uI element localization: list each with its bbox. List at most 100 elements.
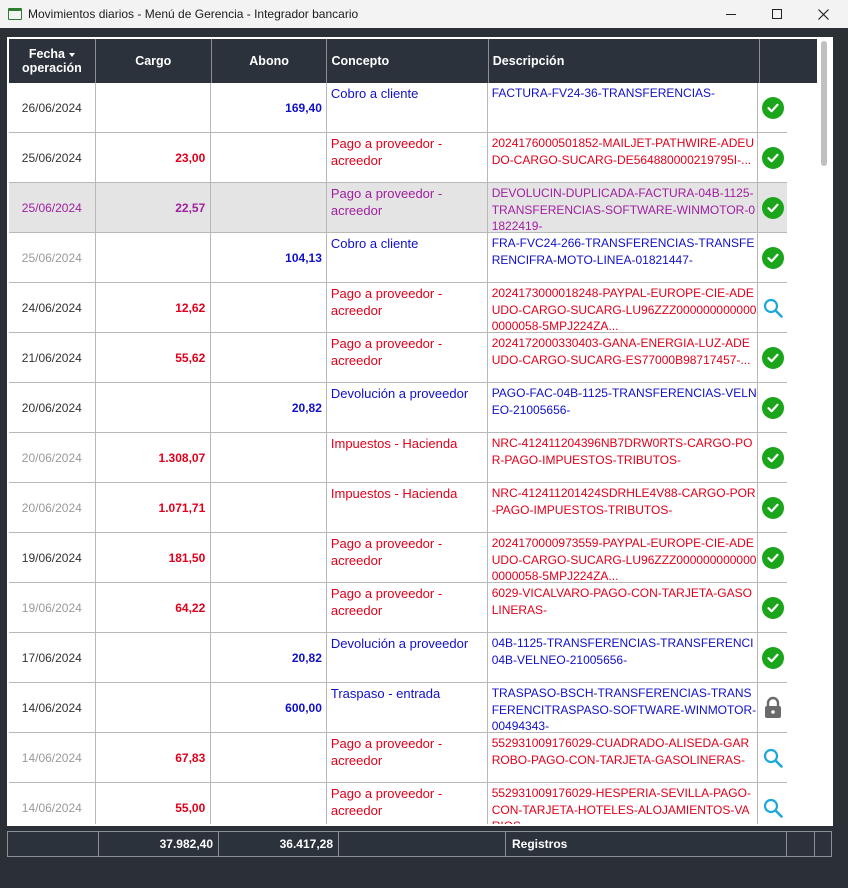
- vertical-scrollbar[interactable]: [819, 39, 829, 824]
- window-app-icon: [8, 8, 22, 20]
- cell-abono: 20,82: [211, 383, 327, 433]
- close-icon: [817, 8, 829, 20]
- table-row[interactable]: 24/06/2024 12,62 Pago a proveedor - acreed…: [9, 283, 787, 333]
- cell-fecha: 25/06/2024: [9, 133, 96, 183]
- table-row[interactable]: 21/06/2024 55,62 Pago a proveedor - acreed…: [9, 333, 787, 383]
- column-header-fecha[interactable]: Fecha operación: [9, 39, 96, 83]
- table-row[interactable]: 20/06/2024 1.071,71 Impuestos - Hacienda NR…: [9, 483, 787, 533]
- title-bar[interactable]: Movimientos diarios - Menú de Gerencia -…: [0, 0, 848, 28]
- table-row[interactable]: 14/06/2024 55,00 Pago a proveedor - acreed…: [9, 783, 787, 824]
- cell-abono: [211, 583, 327, 633]
- cell-cargo: [96, 633, 212, 683]
- cell-descripcion: FRA-FVC24-266-TRANSFERENCIAS-TRANSFERENC…: [488, 233, 759, 283]
- cell-descripcion: PAGO-FAC-04B-1125-TRANSFERENCIAS-VELNEO-…: [488, 383, 759, 433]
- cell-concepto: Pago a proveedor - acreedor: [327, 133, 488, 183]
- cell-cargo: 22,57: [96, 183, 212, 233]
- check-circle-icon[interactable]: [758, 583, 787, 633]
- check-circle-icon[interactable]: [758, 483, 787, 533]
- cell-fecha: 25/06/2024: [9, 183, 96, 233]
- check-circle-icon[interactable]: [758, 533, 787, 583]
- cell-abono: [211, 433, 327, 483]
- check-circle-icon[interactable]: [758, 83, 787, 133]
- cell-fecha: 14/06/2024: [9, 683, 96, 733]
- magnifier-icon[interactable]: [758, 783, 787, 824]
- cell-descripcion: NRC-412411201424SDRHLE4V88-CARGO-POR-PAG…: [488, 483, 759, 533]
- cell-descripcion: NRC-412411204396NB7DRW0RTS-CARGO-POR-PAG…: [488, 433, 759, 483]
- close-button[interactable]: [800, 0, 846, 28]
- cell-descripcion: 2024176000501852-MAILJET-PATHWIRE-ADEUDO…: [488, 133, 759, 183]
- table-row[interactable]: 20/06/2024 1.308,07 Impuestos - Hacienda NR…: [9, 433, 787, 483]
- cell-fecha: 19/06/2024: [9, 533, 96, 583]
- cell-cargo: 64,22: [96, 583, 212, 633]
- cell-fecha: 14/06/2024: [9, 733, 96, 783]
- cell-cargo: [96, 83, 212, 133]
- cell-abono: [211, 133, 327, 183]
- table-row[interactable]: 19/06/2024 64,22 Pago a proveedor - acreed…: [9, 583, 787, 633]
- table-row[interactable]: 19/06/2024 181,50 Pago a proveedor - acree…: [9, 533, 787, 583]
- grid-rows: 26/06/2024 169,40 Cobro a cliente FACTURA-F…: [9, 83, 787, 824]
- check-circle-icon[interactable]: [758, 233, 787, 283]
- cell-abono: 20,82: [211, 633, 327, 683]
- cell-concepto: Cobro a cliente: [327, 233, 488, 283]
- column-header-descripcion[interactable]: Descripción: [489, 39, 761, 83]
- check-circle-icon[interactable]: [758, 333, 787, 383]
- table-row[interactable]: 14/06/2024 600,00 Traspaso - entrada TRASPA…: [9, 683, 787, 733]
- check-circle-icon[interactable]: [758, 133, 787, 183]
- footer-spacer: [8, 832, 99, 856]
- cell-fecha: 17/06/2024: [9, 633, 96, 683]
- cell-descripcion: 552931009176029-HESPERIA-SEVILLA-PAGO-CO…: [488, 783, 759, 824]
- check-circle-icon[interactable]: [758, 433, 787, 483]
- cell-abono: [211, 333, 327, 383]
- cell-abono: [211, 783, 327, 824]
- cell-cargo: 1.308,07: [96, 433, 212, 483]
- minimize-icon: [726, 13, 736, 15]
- cell-fecha: 26/06/2024: [9, 83, 96, 133]
- check-circle-icon[interactable]: [758, 183, 787, 233]
- cell-descripcion: 04B-1125-TRANSFERENCIAS-TRANSFERENCI04B-…: [488, 633, 759, 683]
- sort-descending-icon: [68, 52, 75, 57]
- column-header-abono[interactable]: Abono: [212, 39, 328, 83]
- table-row[interactable]: 25/06/2024 104,13 Cobro a cliente FRA-FVC24…: [9, 233, 787, 283]
- check-circle-icon[interactable]: [758, 383, 787, 433]
- total-cargo: 37.982,40: [99, 832, 219, 856]
- cell-concepto: Traspaso - entrada: [327, 683, 488, 733]
- scrollbar-thumb[interactable]: [821, 41, 827, 166]
- cell-concepto: Impuestos - Hacienda: [327, 433, 488, 483]
- cell-cargo: [96, 683, 212, 733]
- column-header-cargo[interactable]: Cargo: [96, 39, 212, 83]
- cell-fecha: 21/06/2024: [9, 333, 96, 383]
- maximize-button[interactable]: [754, 0, 800, 28]
- cell-abono: [211, 283, 327, 333]
- cell-concepto: Pago a proveedor - acreedor: [327, 733, 488, 783]
- column-header-fecha-line1: Fecha: [28, 47, 65, 61]
- grid-header: Fecha operación Cargo Abono Concepto Des…: [9, 39, 789, 83]
- table-row[interactable]: 25/06/2024 22,57 Pago a proveedor - acreed…: [9, 183, 787, 233]
- grid-empty-area: [787, 83, 817, 824]
- cell-descripcion: FACTURA-FV24-36-TRANSFERENCIAS-: [488, 83, 759, 133]
- table-row[interactable]: 26/06/2024 169,40 Cobro a cliente FACTURA-F…: [9, 83, 787, 133]
- cell-descripcion: 552931009176029-CUADRADO-ALISEDA-GARROBO…: [488, 733, 759, 783]
- cell-abono: 169,40: [211, 83, 327, 133]
- lock-icon[interactable]: [758, 683, 787, 733]
- minimize-button[interactable]: [708, 0, 754, 28]
- table-row[interactable]: 20/06/2024 20,82 Devolución a proveedor PAG…: [9, 383, 787, 433]
- cell-descripcion: 2024173000018248-PAYPAL-EUROPE-CIE-ADEUD…: [488, 283, 759, 333]
- column-header-concepto[interactable]: Concepto: [327, 39, 489, 83]
- cell-fecha: 24/06/2024: [9, 283, 96, 333]
- cell-cargo: [96, 383, 212, 433]
- cell-fecha: 20/06/2024: [9, 383, 96, 433]
- cell-concepto: Pago a proveedor - acreedor: [327, 533, 488, 583]
- magnifier-icon[interactable]: [758, 283, 787, 333]
- cell-cargo: 23,00: [96, 133, 212, 183]
- table-row[interactable]: 14/06/2024 67,83 Pago a proveedor - acreed…: [9, 733, 787, 783]
- check-circle-icon[interactable]: [758, 633, 787, 683]
- table-row[interactable]: 17/06/2024 20,82 Devolución a proveedor 04B…: [9, 633, 787, 683]
- cell-descripcion: TRASPASO-BSCH-TRANSFERENCIAS-TRANSFERENC…: [488, 683, 759, 733]
- cell-concepto: Pago a proveedor - acreedor: [327, 283, 488, 333]
- magnifier-icon[interactable]: [758, 733, 787, 783]
- cell-abono: [211, 533, 327, 583]
- footer-end: [815, 832, 831, 856]
- cell-fecha: 20/06/2024: [9, 483, 96, 533]
- cell-fecha: 25/06/2024: [9, 233, 96, 283]
- table-row[interactable]: 25/06/2024 23,00 Pago a proveedor - acreed…: [9, 133, 787, 183]
